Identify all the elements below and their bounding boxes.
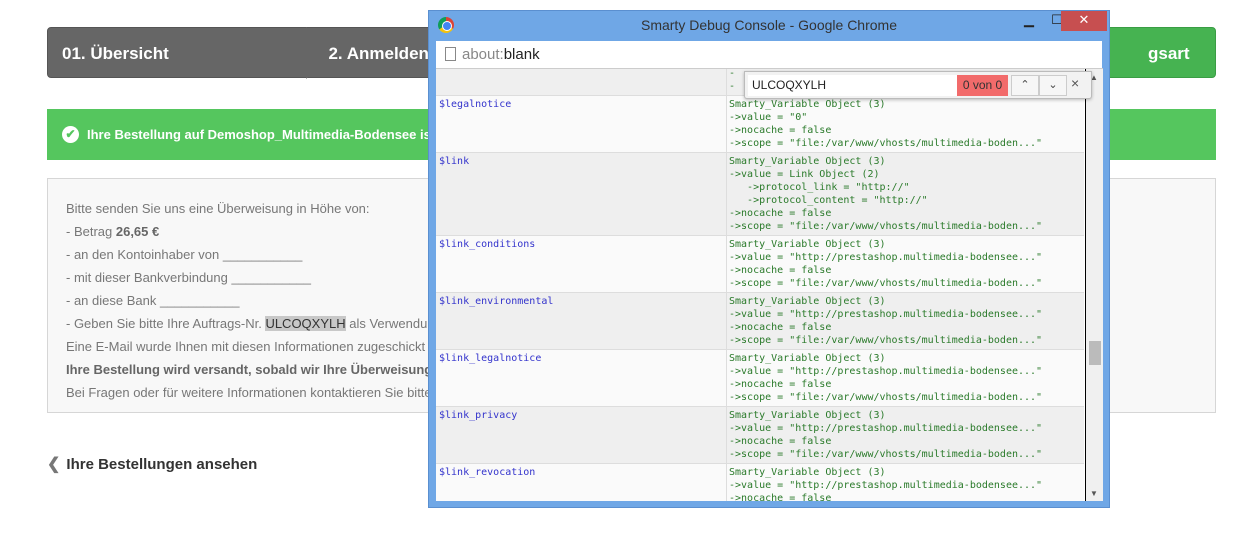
- value-line: ->value = "http://prestashop.multimedia-…: [729, 423, 1043, 434]
- value-line: Smarty_Variable Object (3): [729, 353, 886, 364]
- variable-value: Smarty_Variable Object (3) ->value = "htt…: [727, 293, 1084, 349]
- order-reference: ULCOQXYLH: [265, 316, 346, 331]
- variable-row: $link_conditions Smarty_Variable Object (…: [436, 236, 1084, 293]
- step-overview[interactable]: 01. Übersicht: [47, 27, 332, 79]
- scroll-down-icon[interactable]: ▼: [1090, 489, 1098, 498]
- value-line: Smarty_Variable Object (3): [729, 410, 886, 421]
- success-message: Ihre Bestellung auf Demoshop_Multimedia-…: [87, 127, 431, 142]
- variable-name: $legalnotice: [436, 96, 727, 152]
- variable-name: $link_privacy: [436, 407, 727, 463]
- variable-row: $link_legalnotice Smarty_Variable Object …: [436, 350, 1084, 407]
- variable-row: $link Smarty_Variable Object (3) ->value =…: [436, 153, 1084, 236]
- value-line: Smarty_Variable Object (3): [729, 156, 886, 167]
- variable-value: Smarty_Variable Object (3) ->value = "0" -…: [727, 96, 1084, 152]
- value-line: ->value = "http://prestashop.multimedia-…: [729, 480, 1043, 491]
- value-line: ->value = "0": [729, 112, 808, 123]
- find-bar: ULCOQXYLH 0 von 0 ⌃ ⌄ ×: [744, 71, 1092, 99]
- minimize-button[interactable]: ▁: [1015, 11, 1043, 31]
- value-line: ->scope = "file:/var/www/vhosts/multimed…: [729, 138, 1043, 149]
- value-line: ->value = "http://prestashop.multimedia-…: [729, 366, 1043, 377]
- variable-row: $link_environmental Smarty_Variable Objec…: [436, 293, 1084, 350]
- find-previous-button[interactable]: ⌃: [1011, 75, 1039, 96]
- order-suffix: als Verwendu: [345, 316, 428, 331]
- value-line: Smarty_Variable Object (3): [729, 239, 886, 250]
- view-orders-link[interactable]: ❮ Ihre Bestellungen ansehen: [47, 454, 257, 474]
- find-next-button[interactable]: ⌄: [1039, 75, 1067, 96]
- variable-value: Smarty_Variable Object (3) ->value = Link…: [727, 153, 1084, 235]
- value-line: ->value = "http://prestashop.multimedia-…: [729, 252, 1043, 263]
- address-bar[interactable]: about:blank: [436, 41, 1102, 68]
- variable-row: $link_privacy Smarty_Variable Object (3) -…: [436, 407, 1084, 464]
- shipping-note: Ihre Bestellung wird versandt, sobald wi…: [66, 362, 433, 377]
- variable-name: [436, 69, 727, 95]
- check-circle-icon: ✔: [62, 126, 79, 143]
- variable-name: $link: [436, 153, 727, 235]
- url-scheme: about:: [462, 46, 504, 63]
- value-line: ->scope = "file:/var/www/vhosts/multimed…: [729, 449, 1043, 460]
- variable-value: Smarty_Variable Object (3) ->value = "htt…: [727, 464, 1084, 501]
- amount-value: 26,65 €: [115, 224, 160, 239]
- order-label: - Geben Sie bitte Ihre Auftrags-Nr.: [66, 316, 266, 331]
- variable-table: - - $legalnotice Smarty_Variable Object (3)…: [436, 69, 1084, 501]
- variable-value: Smarty_Variable Object (3) ->value = "htt…: [727, 407, 1084, 463]
- value-line: Smarty_Variable Object (3): [729, 99, 886, 110]
- value-line: ->nocache = false: [729, 436, 832, 447]
- value-line: Smarty_Variable Object (3): [729, 296, 886, 307]
- value-line: ->scope = "file:/var/www/vhosts/multimed…: [729, 335, 1043, 346]
- value-line: ->nocache = false: [729, 265, 832, 276]
- value-line: Smarty_Variable Object (3): [729, 467, 886, 478]
- variable-name: $link_legalnotice: [436, 350, 727, 406]
- value-line: ->nocache = false: [729, 493, 832, 501]
- find-match-count: 0 von 0: [957, 75, 1008, 96]
- value-line: ->nocache = false: [729, 379, 832, 390]
- value-line: ->scope = "file:/var/www/vhosts/multimed…: [729, 392, 1043, 403]
- chevron-left-icon: ❮: [47, 456, 61, 473]
- close-button[interactable]: ✕: [1061, 11, 1107, 31]
- window-title: Smarty Debug Console - Google Chrome: [640, 17, 897, 33]
- value-line: ->scope = "file:/var/www/vhosts/multimed…: [729, 221, 1043, 232]
- url-path: blank: [503, 46, 540, 63]
- amount-label: - Betrag: [66, 224, 116, 239]
- variable-value: Smarty_Variable Object (3) ->value = "htt…: [727, 350, 1084, 406]
- value-line: ->protocol_content = "http://": [729, 195, 928, 206]
- value-line: ->scope = "file:/var/www/vhosts/multimed…: [729, 278, 1043, 289]
- variable-row: $link_revocation Smarty_Variable Object (…: [436, 464, 1084, 501]
- value-line: ->nocache = false: [729, 322, 832, 333]
- variable-name: $link_conditions: [436, 236, 727, 292]
- value-line: ->value = Link Object (2): [729, 169, 880, 180]
- debug-content: - - $legalnotice Smarty_Variable Object (3)…: [436, 68, 1103, 501]
- find-close-button[interactable]: ×: [1071, 75, 1079, 91]
- scroll-thumb[interactable]: [1089, 341, 1101, 365]
- variable-name: $link_revocation: [436, 464, 727, 501]
- value-line: ->value = "http://prestashop.multimedia-…: [729, 309, 1043, 320]
- value-line: ->nocache = false: [729, 125, 832, 136]
- value-line: ->nocache = false: [729, 208, 832, 219]
- debug-console-window: Smarty Debug Console - Google Chrome ▁ ☐…: [428, 10, 1110, 508]
- variable-row: $legalnotice Smarty_Variable Object (3) ->…: [436, 96, 1084, 153]
- scrollbar[interactable]: ▲ ▼: [1085, 69, 1103, 501]
- page-icon: [445, 47, 456, 61]
- view-orders-label: Ihre Bestellungen ansehen: [66, 456, 258, 473]
- variable-name: $link_environmental: [436, 293, 727, 349]
- value-line: ->protocol_link = "http://": [729, 182, 910, 193]
- variable-value: Smarty_Variable Object (3) ->value = "htt…: [727, 236, 1084, 292]
